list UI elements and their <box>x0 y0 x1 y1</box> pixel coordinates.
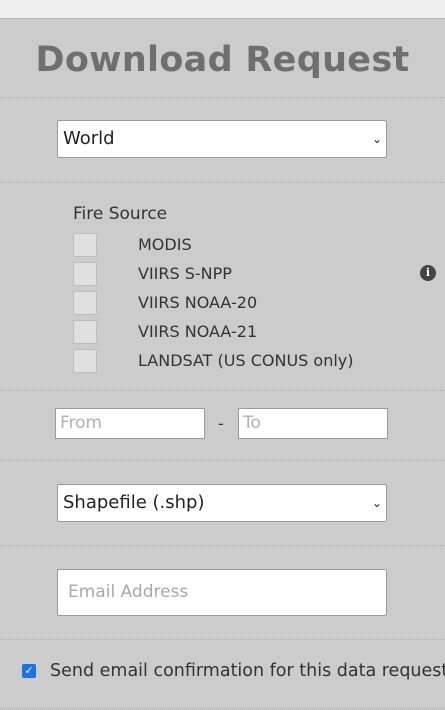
divider <box>0 639 445 640</box>
date-to-input[interactable]: To <box>238 408 388 439</box>
fire-source-option-modis[interactable]: MODIS <box>73 233 373 259</box>
option-label: LANDSAT (US CONUS only) <box>138 351 354 370</box>
option-label: VIIRS NOAA-21 <box>138 322 258 341</box>
date-from-input[interactable]: From <box>55 408 205 439</box>
divider <box>0 545 445 546</box>
format-select[interactable]: Shapefile (.shp) ⌄ <box>57 484 387 522</box>
fire-source-option-viirs-noaa20[interactable]: VIIRS NOAA-20 <box>73 291 373 317</box>
fire-source-option-viirs-noaa21[interactable]: VIIRS NOAA-21 <box>73 320 373 346</box>
checkbox-landsat[interactable] <box>73 349 97 373</box>
divider <box>0 182 445 183</box>
fire-source-option-landsat[interactable]: LANDSAT (US CONUS only) <box>73 349 373 375</box>
email-confirmation-label: Send email confirmation for this data re… <box>50 661 445 681</box>
email-field[interactable]: Email Address <box>57 569 387 616</box>
divider <box>0 390 445 391</box>
divider <box>0 708 445 709</box>
region-select[interactable]: World ⌄ <box>57 120 387 158</box>
chevron-down-icon: ⌄ <box>371 496 382 510</box>
checkbox-viirs-noaa20[interactable] <box>73 291 97 315</box>
chevron-down-icon: ⌄ <box>371 132 382 146</box>
region-select-value: World <box>63 128 115 149</box>
option-label: MODIS <box>138 235 192 254</box>
divider <box>0 460 445 461</box>
fire-source-label: Fire Source <box>73 204 168 224</box>
top-bar <box>0 0 445 19</box>
checkbox-viirs-snpp[interactable] <box>73 262 97 286</box>
option-label: VIIRS S-NPP <box>138 264 232 283</box>
email-confirmation-checkbox[interactable]: ✓ <box>22 664 36 678</box>
checkbox-modis[interactable] <box>73 233 97 257</box>
page-title: Download Request <box>35 40 410 80</box>
date-separator: - <box>218 414 224 433</box>
fire-source-option-viirs-snpp[interactable]: VIIRS S-NPP <box>73 262 373 288</box>
info-circle-icon[interactable]: i <box>420 265 436 281</box>
divider <box>0 97 445 98</box>
option-label: VIIRS NOAA-20 <box>138 293 258 312</box>
checkbox-viirs-noaa21[interactable] <box>73 320 97 344</box>
format-select-value: Shapefile (.shp) <box>63 492 205 513</box>
